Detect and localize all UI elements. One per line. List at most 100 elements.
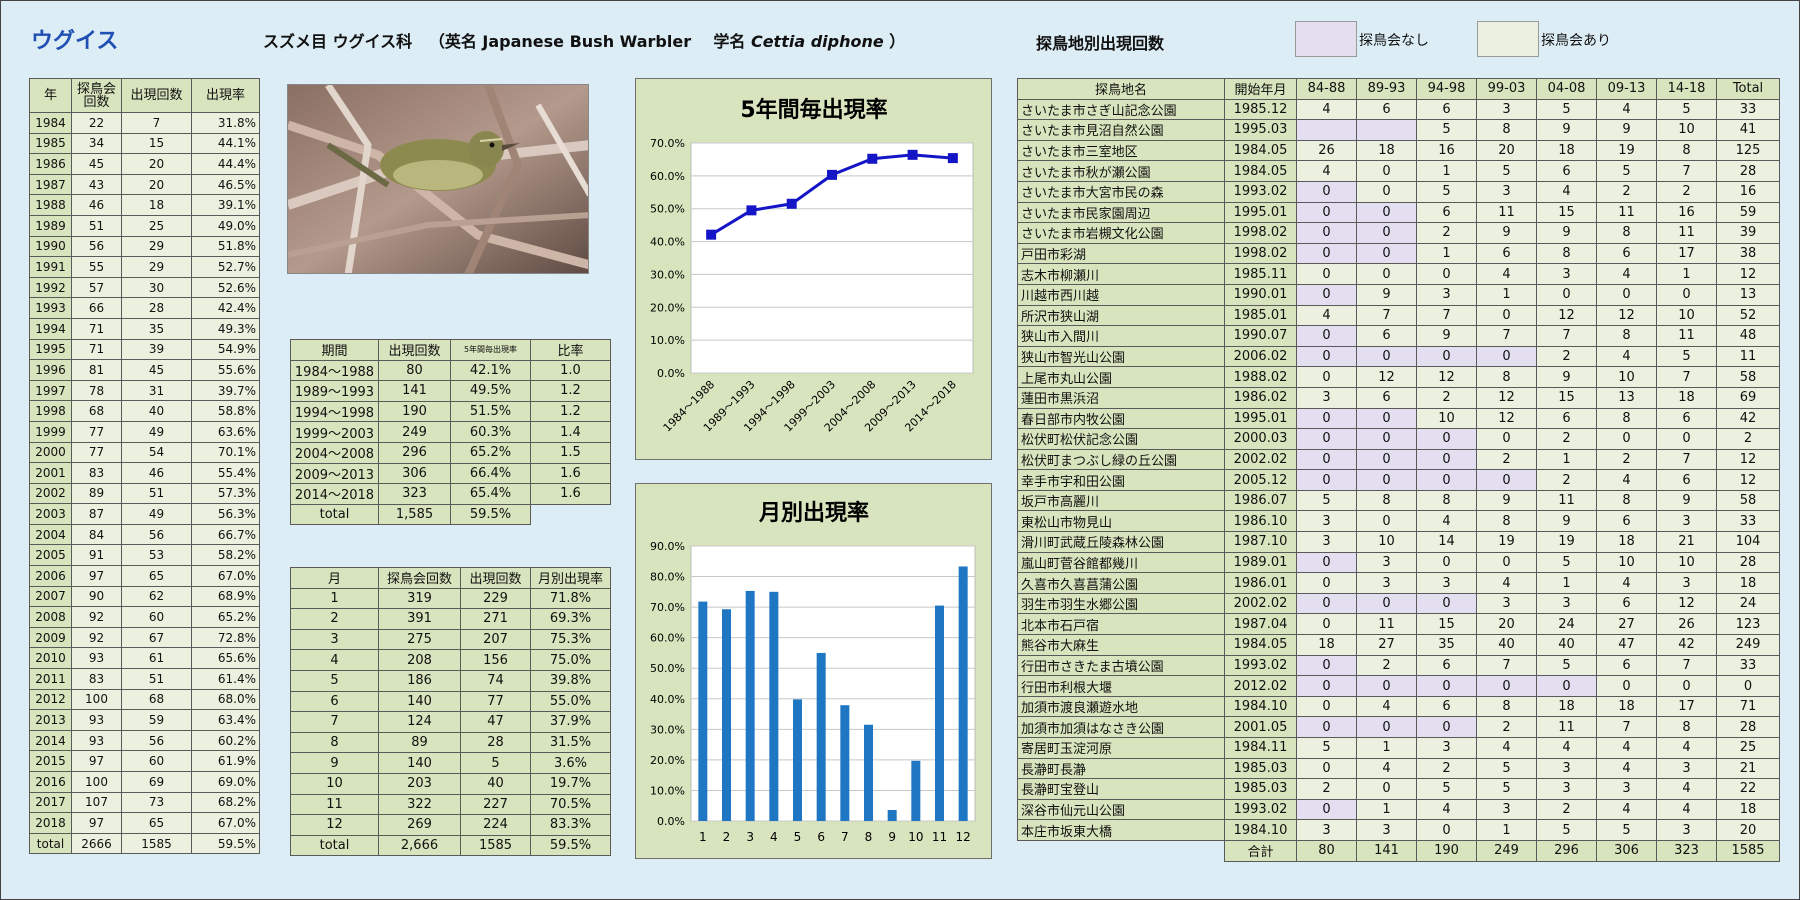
period-total-cell: 1,585 bbox=[378, 503, 451, 526]
site-name-cell: 志木市柳瀬川 bbox=[1017, 263, 1225, 285]
table-row: さいたま市見沼自然公園 1995.03 5 8 9 9 10 41 bbox=[1017, 119, 1780, 141]
site-cell: 16 bbox=[1416, 139, 1477, 162]
site-cell: 1 bbox=[1416, 242, 1477, 265]
period-header-cell: 比率 bbox=[530, 339, 611, 361]
period-table: 期間 出現回数 5年間毎出現率 比率 1984～1988 80 42.1% 1.0 1989～… bbox=[290, 339, 611, 526]
yearly-cell: 56 bbox=[71, 235, 122, 258]
y-tick-label: 20.0% bbox=[650, 754, 685, 767]
site-cell: 2002.02 bbox=[1224, 448, 1297, 471]
yearly-cell: 1990 bbox=[29, 235, 72, 258]
x-tick-label: 2 bbox=[723, 830, 731, 844]
site-cell: 7 bbox=[1536, 325, 1597, 347]
y-tick-label: 90.0% bbox=[650, 540, 685, 553]
site-cell: 12 bbox=[1416, 366, 1477, 388]
site-cell: 4 bbox=[1536, 737, 1597, 759]
site-cell: 0 bbox=[1656, 283, 1717, 306]
site-cell: 1998.02 bbox=[1224, 222, 1297, 244]
table-row: total 2666 1585 59.5% bbox=[29, 832, 260, 855]
site-cell: 8 bbox=[1476, 366, 1537, 388]
site-cell: 6 bbox=[1356, 325, 1417, 347]
site-name-cell: 羽生市羽生水郷公園 bbox=[1017, 592, 1225, 615]
site-name-cell: 川越市西川越 bbox=[1017, 283, 1225, 306]
legend-label-yes: 探鳥会あり bbox=[1541, 33, 1611, 49]
site-cell: 3 bbox=[1416, 283, 1477, 306]
table-row: さいたま市さぎ山記念公園 1985.12 4 6 6 3 5 4 5 33 bbox=[1017, 98, 1780, 121]
site-cell: 8 bbox=[1596, 407, 1657, 430]
yearly-cell: 1985 bbox=[29, 132, 72, 155]
site-cell: 5 bbox=[1536, 654, 1597, 677]
site-cell: 1 bbox=[1356, 737, 1417, 759]
yearly-cell: 71 bbox=[71, 338, 122, 361]
period-cell: 1.0 bbox=[530, 359, 611, 382]
site-cell: 1988.02 bbox=[1224, 366, 1297, 388]
site-cell: 2 bbox=[1356, 654, 1417, 677]
bar bbox=[722, 609, 731, 821]
site-cell: 1987.10 bbox=[1224, 531, 1297, 553]
table-row: 2011 83 51 61.4% bbox=[29, 668, 260, 690]
site-cell: 3 bbox=[1296, 510, 1357, 533]
site-cell: 4 bbox=[1596, 572, 1657, 594]
yearly-cell: 71 bbox=[71, 317, 122, 340]
site-cell: 0 bbox=[1356, 345, 1417, 368]
table-row: 行田市さきたま古墳公園 1993.02 0 2 6 7 5 6 7 33 bbox=[1017, 654, 1780, 677]
site-cell: 2 bbox=[1656, 180, 1717, 203]
site-cell: 6 bbox=[1416, 98, 1477, 121]
yearly-cell: 65.6% bbox=[191, 647, 260, 670]
site-cell: 249 bbox=[1716, 634, 1780, 656]
period-cell: 249 bbox=[378, 421, 451, 443]
site-cell: 0 bbox=[1656, 428, 1717, 450]
site-cell: 1 bbox=[1656, 263, 1717, 285]
site-cell: 0 bbox=[1296, 345, 1357, 368]
yearly-cell: 43 bbox=[71, 173, 122, 196]
monthly-cell: 8 bbox=[290, 731, 379, 754]
site-cell: 8 bbox=[1536, 242, 1597, 265]
site-cell: 0 bbox=[1416, 469, 1477, 491]
yearly-cell: 1996 bbox=[29, 359, 72, 381]
site-cell: 0 bbox=[1356, 510, 1417, 533]
table-row: 1994 71 35 49.3% bbox=[29, 317, 260, 340]
site-cell: 7 bbox=[1656, 654, 1717, 677]
monthly-cell: 9 bbox=[290, 752, 379, 774]
site-cell: 0 bbox=[1416, 592, 1477, 615]
site-cell: 3 bbox=[1356, 572, 1417, 594]
bird-photo bbox=[287, 84, 589, 274]
y-tick-label: 60.0% bbox=[650, 170, 685, 183]
monthly-cell: 322 bbox=[378, 793, 461, 816]
yearly-cell: 49 bbox=[121, 420, 192, 443]
site-name-cell: 所沢市狭山湖 bbox=[1017, 304, 1225, 327]
monthly-cell: 40 bbox=[460, 772, 531, 795]
monthly-cell: 1585 bbox=[460, 834, 531, 857]
site-total-cell: 190 bbox=[1416, 839, 1477, 862]
site-total-cell: 1585 bbox=[1716, 839, 1780, 862]
yearly-cell: 45 bbox=[121, 359, 192, 381]
site-cell: 0 bbox=[1476, 469, 1537, 491]
site-cell: 42 bbox=[1716, 407, 1780, 430]
site-cell: 1 bbox=[1536, 448, 1597, 471]
site-name-cell: 深谷市仙元山公園 bbox=[1017, 798, 1225, 821]
yearly-cell: 107 bbox=[71, 791, 122, 814]
period-cell: 51.5% bbox=[450, 400, 531, 423]
site-name-cell: 東松山市物見山 bbox=[1017, 510, 1225, 533]
y-tick-label: 20.0% bbox=[650, 301, 685, 314]
site-cell: 11 bbox=[1716, 345, 1780, 368]
yearly-cell: 66 bbox=[71, 297, 122, 319]
site-cell: 5 bbox=[1596, 160, 1657, 182]
site-cell: 28 bbox=[1716, 551, 1780, 574]
site-cell: 7 bbox=[1656, 160, 1717, 182]
site-cell: 39 bbox=[1716, 222, 1780, 244]
data-point bbox=[867, 153, 878, 164]
monthly-cell: 71.8% bbox=[530, 587, 611, 610]
site-header-cell: 開始年月 bbox=[1224, 78, 1297, 100]
site-cell: 4 bbox=[1656, 737, 1717, 759]
table-row: 1999～2003 249 60.3% 1.4 bbox=[290, 421, 611, 443]
site-cell: 12 bbox=[1656, 592, 1717, 615]
site-cell: 104 bbox=[1716, 531, 1780, 553]
yearly-cell: 93 bbox=[71, 729, 122, 752]
site-cell: 40 bbox=[1476, 634, 1537, 656]
site-cell: 16 bbox=[1656, 201, 1717, 224]
site-cell: 8 bbox=[1656, 139, 1717, 162]
site-name-cell: 幸手市宇和田公園 bbox=[1017, 469, 1225, 491]
site-cell: 1995.03 bbox=[1224, 119, 1297, 141]
site-name-cell: さいたま市秋が瀬公園 bbox=[1017, 160, 1225, 182]
yearly-cell: 58.8% bbox=[191, 400, 260, 422]
